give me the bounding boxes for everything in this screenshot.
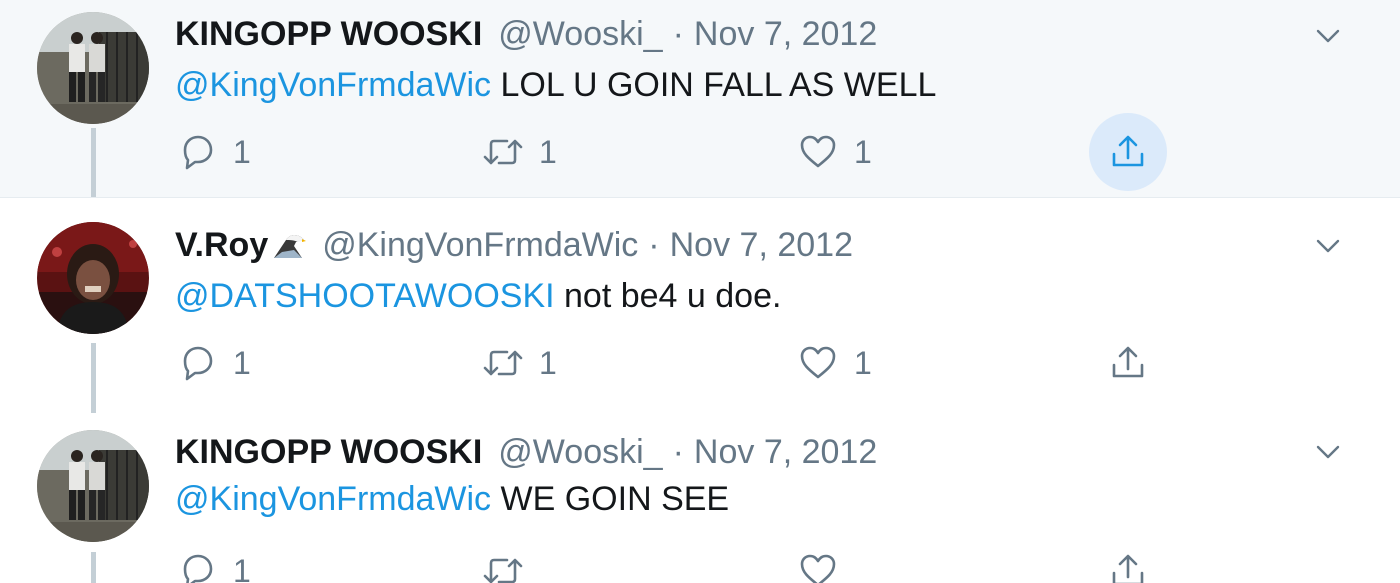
heart-icon	[796, 130, 840, 174]
reply-button[interactable]: 1	[175, 128, 251, 176]
reply-count: 1	[233, 552, 251, 583]
like-count: 1	[854, 133, 872, 170]
reply-count: 1	[233, 133, 251, 170]
like-button[interactable]: 1	[796, 128, 872, 176]
tweet-date[interactable]: Nov 7, 2012	[670, 226, 853, 265]
reply-icon	[175, 549, 219, 583]
thread-line	[91, 552, 96, 583]
share-icon	[1106, 130, 1150, 174]
avatar[interactable]	[37, 430, 149, 542]
retweet-button[interactable]: 1	[481, 128, 557, 176]
user-handle[interactable]: @KingVonFrmdaWic	[322, 226, 638, 265]
avatar[interactable]	[37, 222, 149, 334]
chevron-down-icon[interactable]	[1311, 19, 1345, 53]
user-handle[interactable]: @Wooski_	[498, 15, 662, 54]
display-name[interactable]: KINGOPP WOOSKI	[175, 15, 482, 54]
share-icon	[1106, 549, 1150, 583]
reply-icon	[175, 130, 219, 174]
chevron-down-icon[interactable]	[1311, 435, 1345, 469]
separator: ·	[648, 225, 660, 264]
avatar-photo	[37, 12, 149, 124]
reply-button[interactable]: 1	[175, 547, 251, 583]
tweet-text: @KingVonFrmdaWic WE GOIN SEE	[175, 476, 729, 522]
tweet-header: KINGOPP WOOSKI @Wooski_ · Nov 7, 2012	[175, 429, 877, 475]
tweet-header: KINGOPP WOOSKI @Wooski_ · Nov 7, 2012	[175, 11, 877, 57]
tweet-body-text: LOL U GOIN FALL AS WELL	[500, 65, 937, 104]
tweet-header: V.Roy @KingVonFrmdaWic · Nov 7, 2012	[175, 222, 853, 268]
reply-button[interactable]: 1	[175, 339, 251, 387]
mention-link[interactable]: @KingVonFrmdaWic	[175, 66, 491, 105]
heart-icon	[796, 341, 840, 385]
retweet-icon	[481, 549, 525, 583]
display-name[interactable]: KINGOPP WOOSKI	[175, 433, 482, 472]
eagle-emoji-icon	[272, 230, 307, 260]
separator: ·	[672, 432, 684, 471]
tweet-3[interactable]: KINGOPP WOOSKI @Wooski_ · Nov 7, 2012 @K…	[0, 412, 1400, 583]
tweet-body-text: WE GOIN SEE	[500, 479, 730, 518]
heart-icon	[796, 549, 840, 583]
like-button[interactable]: 1	[796, 339, 872, 387]
avatar-photo	[37, 222, 149, 334]
retweet-count: 1	[539, 344, 557, 381]
separator: ·	[672, 14, 684, 53]
share-button[interactable]	[1106, 128, 1150, 176]
retweet-icon	[481, 341, 525, 385]
retweet-button[interactable]	[481, 547, 539, 583]
tweet-1[interactable]: KINGOPP WOOSKI @Wooski_ · Nov 7, 2012 @K…	[0, 0, 1400, 197]
like-button[interactable]	[796, 547, 854, 583]
chevron-down-icon[interactable]	[1311, 229, 1345, 263]
tweet-text: @KingVonFrmdaWic LOL U GOIN FALL AS WELL	[175, 62, 936, 108]
share-button[interactable]	[1106, 547, 1150, 583]
tweet-text: @DATSHOOTAWOOSKI not be4 u doe.	[175, 273, 781, 319]
like-count: 1	[854, 344, 872, 381]
share-icon	[1106, 341, 1150, 385]
thread-line	[91, 343, 96, 413]
tweet-date[interactable]: Nov 7, 2012	[694, 15, 877, 54]
avatar-photo	[37, 430, 149, 542]
tweet-2[interactable]: V.Roy @KingVonFrmdaWic · Nov 7, 2012 @DA…	[0, 197, 1400, 413]
conversation-thread: KINGOPP WOOSKI @Wooski_ · Nov 7, 2012 @K…	[0, 0, 1400, 583]
display-name[interactable]: V.Roy	[175, 226, 268, 265]
tweet-body-text: not be4 u doe.	[564, 276, 782, 315]
user-handle[interactable]: @Wooski_	[498, 433, 662, 472]
tweet-date[interactable]: Nov 7, 2012	[694, 433, 877, 472]
reply-count: 1	[233, 344, 251, 381]
thread-line	[91, 128, 96, 197]
retweet-count: 1	[539, 133, 557, 170]
retweet-icon	[481, 130, 525, 174]
reply-icon	[175, 341, 219, 385]
mention-link[interactable]: @KingVonFrmdaWic	[175, 480, 491, 519]
retweet-button[interactable]: 1	[481, 339, 557, 387]
mention-link[interactable]: @DATSHOOTAWOOSKI	[175, 277, 555, 316]
avatar[interactable]	[37, 12, 149, 124]
share-button[interactable]	[1106, 339, 1150, 387]
